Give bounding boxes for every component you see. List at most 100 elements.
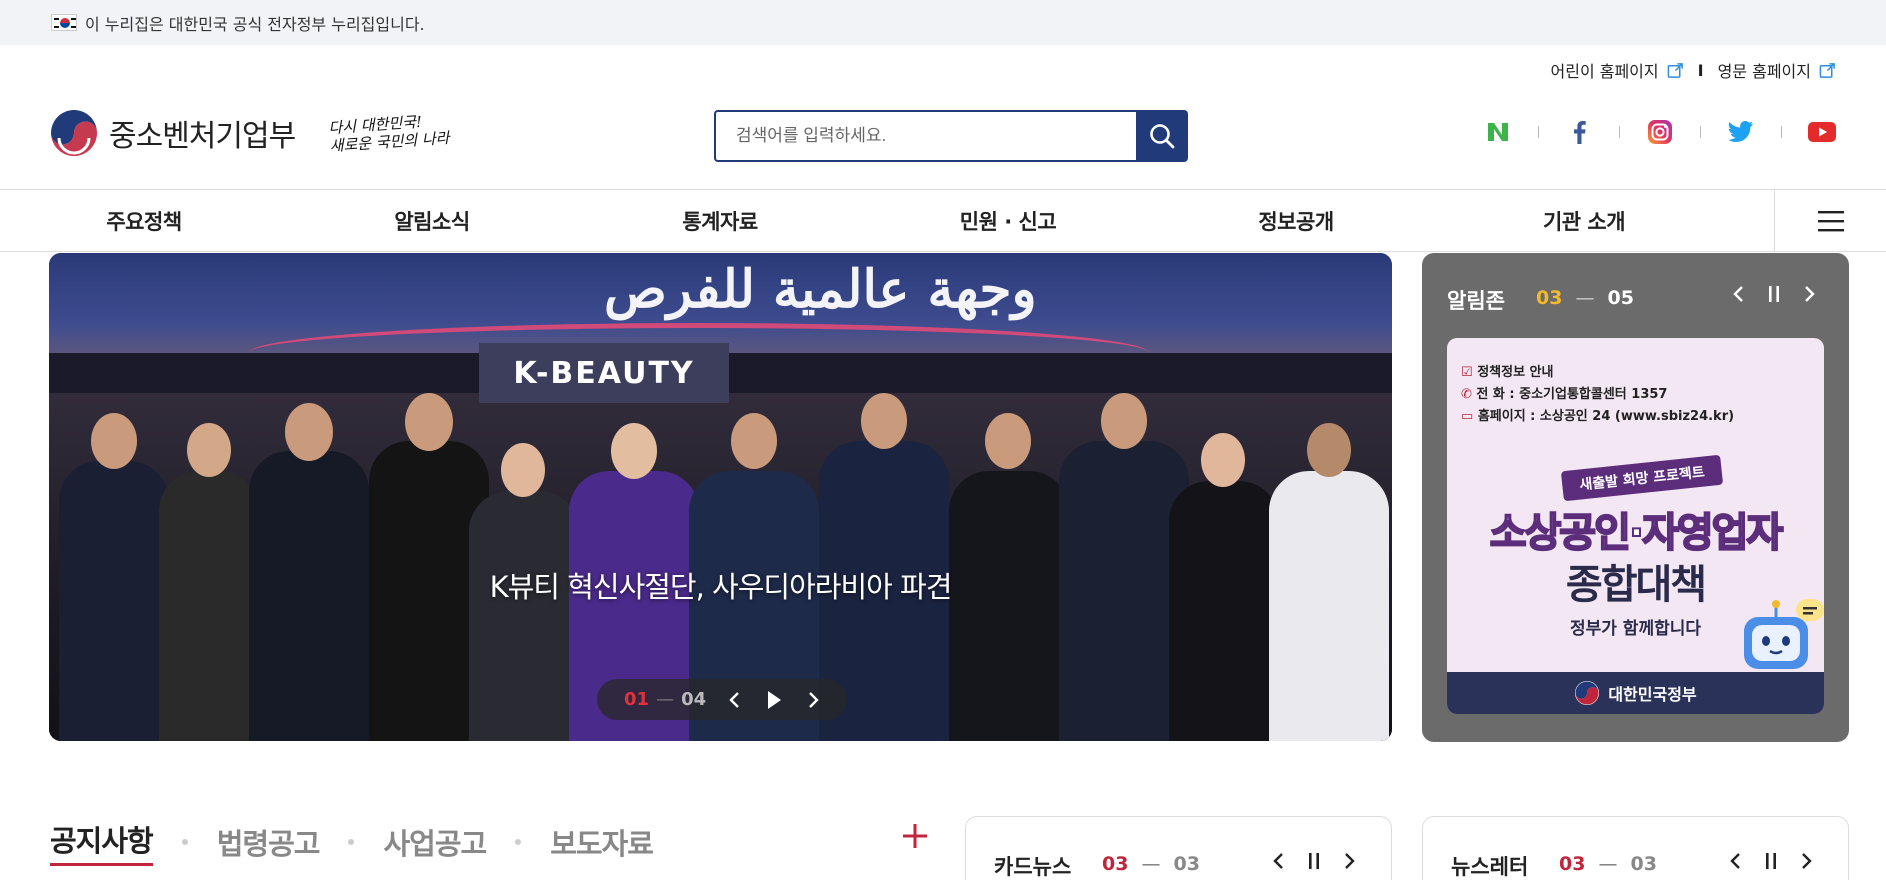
phone-icon: ✆ xyxy=(1461,387,1477,402)
alarm-next-button[interactable] xyxy=(1799,283,1821,305)
newsletter-title: 뉴스레터 xyxy=(1451,855,1529,879)
kids-homepage-link[interactable]: 어린이 홈페이지 xyxy=(1551,58,1659,82)
alarm-total-pages: 05 xyxy=(1607,287,1634,309)
card-news-prev-button[interactable] xyxy=(1267,850,1289,872)
page-dash: — xyxy=(656,689,675,710)
card-news-total-pages: 03 xyxy=(1173,853,1200,875)
hero-next-button[interactable] xyxy=(802,688,826,712)
poster-info: ☑ 정책정보 안내 ✆ 전 화 : 중소기업통합콜센터 1357 ▭ 홈페이지 … xyxy=(1461,362,1734,428)
chevron-right-icon xyxy=(809,691,819,708)
site-logo[interactable]: 중소벤처기업부 다시 대한민국! 새로운 국민의 나라 xyxy=(49,108,450,158)
korean-flag-icon xyxy=(51,14,77,31)
pause-icon xyxy=(1769,286,1779,302)
alarm-zone-pagination: 03 — 05 xyxy=(1536,287,1634,309)
poster-info-web: 홈페이지 : 소상공인 24 (www.sbiz24.kr) xyxy=(1477,409,1735,424)
hero-prev-button[interactable] xyxy=(722,688,746,712)
poster-ribbon: 새출발 희망 프로젝트 xyxy=(1560,454,1724,502)
poster-info-title: 정책정보 안내 xyxy=(1477,365,1554,380)
chatbot-robot-icon[interactable] xyxy=(1736,597,1826,677)
nav-item-news[interactable]: 알림소식 xyxy=(288,190,576,251)
hero-caption[interactable]: K뷰티 혁신사절단, 사우디아라비아 파견 xyxy=(49,564,1392,606)
page-dash: — xyxy=(1569,287,1601,309)
tab-business-notice[interactable]: 사업공고 xyxy=(383,821,487,863)
nav-item-policy[interactable]: 주요정책 xyxy=(0,190,288,251)
newsletter-total-pages: 03 xyxy=(1630,853,1657,875)
card-news-title: 카드뉴스 xyxy=(994,855,1072,879)
newsletter-prev-button[interactable] xyxy=(1724,850,1746,872)
laptop-icon: ▭ xyxy=(1461,409,1478,424)
newsletter-pagination: 03 — 03 xyxy=(1559,853,1657,875)
checkbox-icon: ☑ xyxy=(1461,365,1478,380)
nav-item-disclosure[interactable]: 정보공개 xyxy=(1152,190,1440,251)
newsletter-current-page: 03 xyxy=(1559,853,1586,875)
notice-tabs: 공지사항 법령공고 사업공고 보도자료 xyxy=(50,818,654,866)
nav-item-statistics[interactable]: 통계자료 xyxy=(576,190,864,251)
chevron-left-icon xyxy=(1730,853,1740,869)
social-divider xyxy=(1538,126,1539,138)
tab-notice[interactable]: 공지사항 xyxy=(50,818,154,866)
card-news-panel: 카드뉴스 03 — 03 xyxy=(965,816,1392,880)
government-emblem-icon xyxy=(50,109,98,157)
more-plus-icon[interactable] xyxy=(900,821,930,851)
nav-item-civil-report[interactable]: 민원 · 신고 xyxy=(864,190,1152,251)
social-divider xyxy=(1619,126,1620,138)
alarm-pause-button[interactable] xyxy=(1763,283,1785,305)
facebook-icon[interactable] xyxy=(1565,118,1593,146)
page-dash: — xyxy=(1135,853,1167,875)
alarm-zone: 알림존 03 — 05 ☑ 정책정보 안내 ✆ 전 화 : 중소기업통합콜센터 … xyxy=(1422,253,1849,742)
social-links xyxy=(1484,118,1836,146)
english-homepage-link[interactable]: 영문 홈페이지 xyxy=(1718,58,1811,82)
chevron-left-icon xyxy=(729,691,739,708)
chevron-right-icon xyxy=(1345,853,1355,869)
chevron-left-icon xyxy=(1273,853,1283,869)
tab-separator-dot xyxy=(181,839,188,845)
main-nav: 주요정책 알림소식 통계자료 민원 · 신고 정보공개 기관 소개 xyxy=(0,189,1886,252)
hero-slider: وجهة عالمية للفرص K-BEAUTY K뷰티 혁신사절단, 사우… xyxy=(49,253,1392,741)
external-link-icon xyxy=(1819,62,1835,78)
pause-icon xyxy=(1766,853,1776,869)
government-emblem-icon xyxy=(1575,681,1600,705)
page-dash: — xyxy=(1592,853,1624,875)
tab-legal-notice[interactable]: 법령공고 xyxy=(217,821,321,863)
search-button[interactable] xyxy=(1136,110,1188,162)
card-news-controls xyxy=(1253,850,1361,872)
pause-icon xyxy=(1309,853,1319,869)
slogan: 다시 대한민국! 새로운 국민의 나라 xyxy=(328,111,450,155)
newsletter-pause-button[interactable] xyxy=(1760,850,1782,872)
chevron-right-icon xyxy=(1802,853,1812,869)
social-divider xyxy=(1700,126,1701,138)
ministry-name: 중소벤처기업부 xyxy=(109,119,296,154)
poster-headline-1: 소상공인·자영업자 xyxy=(1489,509,1785,557)
hamburger-menu-icon xyxy=(1817,210,1844,231)
gov-banner-text: 이 누리집은 대한민국 공식 전자정부 누리집입니다. xyxy=(85,14,425,34)
search-bar xyxy=(714,110,1188,162)
nav-item-about[interactable]: 기관 소개 xyxy=(1440,190,1728,251)
all-menu-button[interactable] xyxy=(1774,190,1886,251)
search-icon xyxy=(1150,124,1175,149)
alarm-prev-button[interactable] xyxy=(1727,283,1749,305)
card-news-next-button[interactable] xyxy=(1339,850,1361,872)
youtube-icon[interactable] xyxy=(1808,118,1836,146)
play-icon xyxy=(768,690,782,709)
newsletter-next-button[interactable] xyxy=(1796,850,1818,872)
hero-current-page: 01 xyxy=(624,689,650,710)
naver-blog-icon[interactable] xyxy=(1484,118,1512,146)
alarm-current-page: 03 xyxy=(1536,287,1563,309)
hero-play-button[interactable] xyxy=(762,688,786,712)
search-input[interactable] xyxy=(714,110,1136,162)
card-news-pause-button[interactable] xyxy=(1303,850,1325,872)
newsletter-panel: 뉴스레터 03 — 03 xyxy=(1422,816,1849,880)
hero-booth-sign: K-BEAUTY xyxy=(479,343,729,403)
alarm-zone-controls xyxy=(1713,283,1821,305)
instagram-icon[interactable] xyxy=(1646,118,1674,146)
tab-separator-dot xyxy=(348,839,355,845)
card-news-current-page: 03 xyxy=(1102,853,1129,875)
twitter-icon[interactable] xyxy=(1727,118,1755,146)
newsletter-controls xyxy=(1710,850,1818,872)
card-news-pagination: 03 — 03 xyxy=(1102,853,1200,875)
chevron-left-icon xyxy=(1733,286,1743,302)
hero-controls: 01 — 04 xyxy=(597,679,847,720)
tab-press-release[interactable]: 보도자료 xyxy=(550,821,654,863)
hero-total-pages: 04 xyxy=(681,689,707,710)
poster-footer-text: 대한민국정부 xyxy=(1608,685,1697,704)
